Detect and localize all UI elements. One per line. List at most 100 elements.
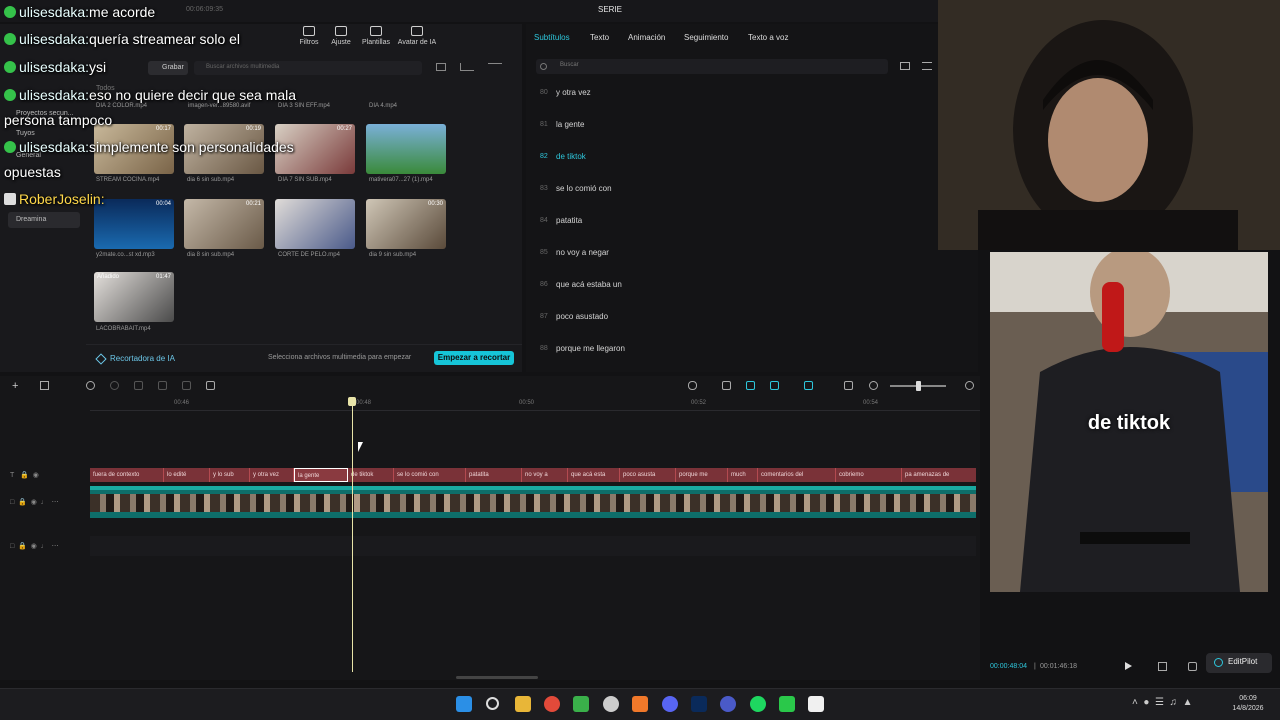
webcam-image [938,0,1280,250]
ai-avatar-tool[interactable]: Avatar de IA [394,26,440,46]
subtitle-clip[interactable]: pa amenazas de [902,468,976,482]
photoshop-icon[interactable] [691,696,707,712]
tab-text-to-speech[interactable]: Texto a voz [748,33,788,42]
subtitle-clip[interactable]: que acá esta [568,468,620,482]
subtitle-row[interactable]: 87 poco asustado [540,312,970,341]
subtitle-clip[interactable]: comentarios del [758,468,836,482]
filter-icon[interactable] [488,63,502,71]
subtitle-row[interactable]: 80 y otra vez [540,88,970,117]
add-icon[interactable]: + [12,380,18,392]
tab-subtitles[interactable]: Subtítulos [534,33,570,42]
media-name: dia 8 sin sub.mp4 [187,252,235,258]
obs-icon[interactable] [603,696,619,712]
playhead[interactable] [352,400,353,672]
spotify-icon[interactable] [750,696,766,712]
fl-studio-icon[interactable] [632,696,648,712]
chrome-icon[interactable] [544,696,560,712]
adjust-icon [335,26,347,36]
search-icon[interactable] [486,697,499,710]
ruler-tick: 00:52 [691,400,707,406]
crop-icon[interactable] [1158,662,1167,671]
redo-icon[interactable] [110,381,119,390]
image-icon[interactable] [900,62,910,70]
sort-icon[interactable] [460,63,474,71]
media-name: dia 9 sin sub.mp4 [369,252,417,258]
system-tray[interactable]: ˄ ● ☰ ♫ ▲ [1132,697,1192,708]
subtitle-clip[interactable]: poco asusta [620,468,676,482]
media-thumb-audio[interactable]: 00:04 [94,199,174,249]
adjust-tool[interactable]: Ajuste [322,26,360,46]
media-search-input[interactable]: Buscar archivos multimedia [194,61,422,75]
audio-track[interactable] [90,536,976,556]
time-ruler[interactable] [90,410,980,411]
subtitle-track[interactable]: fuera de contexto lo edité y lo sub y ot… [90,468,976,482]
file-explorer-icon[interactable] [515,696,531,712]
list-icon[interactable] [922,62,932,70]
zoom-slider-handle[interactable] [916,381,921,391]
subtitle-row[interactable]: 85 no voy a negar [540,248,970,277]
subtitle-clip[interactable]: de tiktok [348,468,394,482]
subtitle-row[interactable]: 86 que acá estaba un [540,280,970,309]
game-icon[interactable] [779,696,795,712]
preview-axis-icon[interactable] [804,381,813,390]
chat-message: ulisesdaka:quería streamear solo el [4,31,240,47]
nav-yours[interactable]: Tuyos [16,130,35,137]
link-icon[interactable] [722,381,731,390]
subtitle-row-active[interactable]: 82 de tiktok [540,152,970,181]
chat-message: ulisesdaka:simplemente son personalidade… [4,139,294,155]
media-name: LACOBRABAIT.mp4 [96,326,151,332]
tab-text[interactable]: Texto [590,33,609,42]
subtitle-row[interactable]: 83 se lo comió con [540,184,970,213]
subtitle-clip[interactable]: no voy a [522,468,568,482]
tab-tracking[interactable]: Seguimiento [684,33,728,42]
subtitle-clip[interactable]: patatita [466,468,522,482]
nav-dreamina[interactable]: Dreamina [16,216,46,223]
media-thumb[interactable]: 00:21 [184,199,264,249]
split-left-icon[interactable] [158,381,167,390]
play-icon[interactable] [1125,662,1132,670]
subtitle-clip[interactable]: cobriemo [836,468,902,482]
subtitle-row[interactable]: 81 la gente [540,120,970,149]
select-tool-icon[interactable] [40,381,49,390]
split-icon[interactable] [134,381,143,390]
fullscreen-icon[interactable] [1188,662,1197,671]
capcut-icon[interactable] [808,696,824,712]
discord-icon[interactable] [662,696,678,712]
media-thumb[interactable] [275,199,355,249]
windows-start-icon[interactable] [456,696,472,712]
subtitle-clip[interactable]: much [728,468,758,482]
media-thumb[interactable] [366,124,446,174]
vpn-icon[interactable] [720,696,736,712]
view-toggle-icon[interactable] [436,63,446,71]
subtitle-clip[interactable]: se lo comió con [394,468,466,482]
delete-icon[interactable] [206,381,215,390]
ai-cutter-label[interactable]: Recortadora de IA [110,354,175,363]
mic-icon[interactable] [688,381,697,390]
undo-icon[interactable] [86,381,95,390]
subtitle-clip[interactable]: y otra vez [250,468,294,482]
subtitle-clip[interactable]: porque me [676,468,728,482]
zoom-out-icon[interactable] [869,381,878,390]
excel-icon[interactable] [573,696,589,712]
subtitle-clip[interactable]: lo edité [164,468,210,482]
templates-tool[interactable]: Plantillas [357,26,395,46]
timeline-panel [0,376,980,680]
record-button[interactable]: Grabar [148,61,188,75]
media-thumb[interactable]: 00:30 [366,199,446,249]
snap-icon[interactable] [770,381,779,390]
subtitle-search-input[interactable]: Buscar [536,59,888,74]
fit-icon[interactable] [844,381,853,390]
subtitle-clip-selected[interactable]: la gente [294,468,348,482]
zoom-in-icon[interactable] [965,381,974,390]
subtitle-row[interactable]: 88 porque me llegaron [540,344,970,373]
subtitle-clip[interactable]: y lo sub [210,468,250,482]
subtitle-clip[interactable]: fuera de contexto [90,468,164,482]
media-thumb[interactable]: 01:47 Añadido [94,272,174,322]
start-cutting-button[interactable]: Empezar a recortar [434,351,514,365]
subtitle-row[interactable]: 84 patatita [540,216,970,245]
split-right-icon[interactable] [182,381,191,390]
tab-animation[interactable]: Animación [628,33,665,42]
taskbar-clock[interactable]: 06:09 14/8/2026 [1226,694,1270,714]
magnet-icon[interactable] [746,381,755,390]
timeline-scrollbar[interactable] [456,676,538,679]
